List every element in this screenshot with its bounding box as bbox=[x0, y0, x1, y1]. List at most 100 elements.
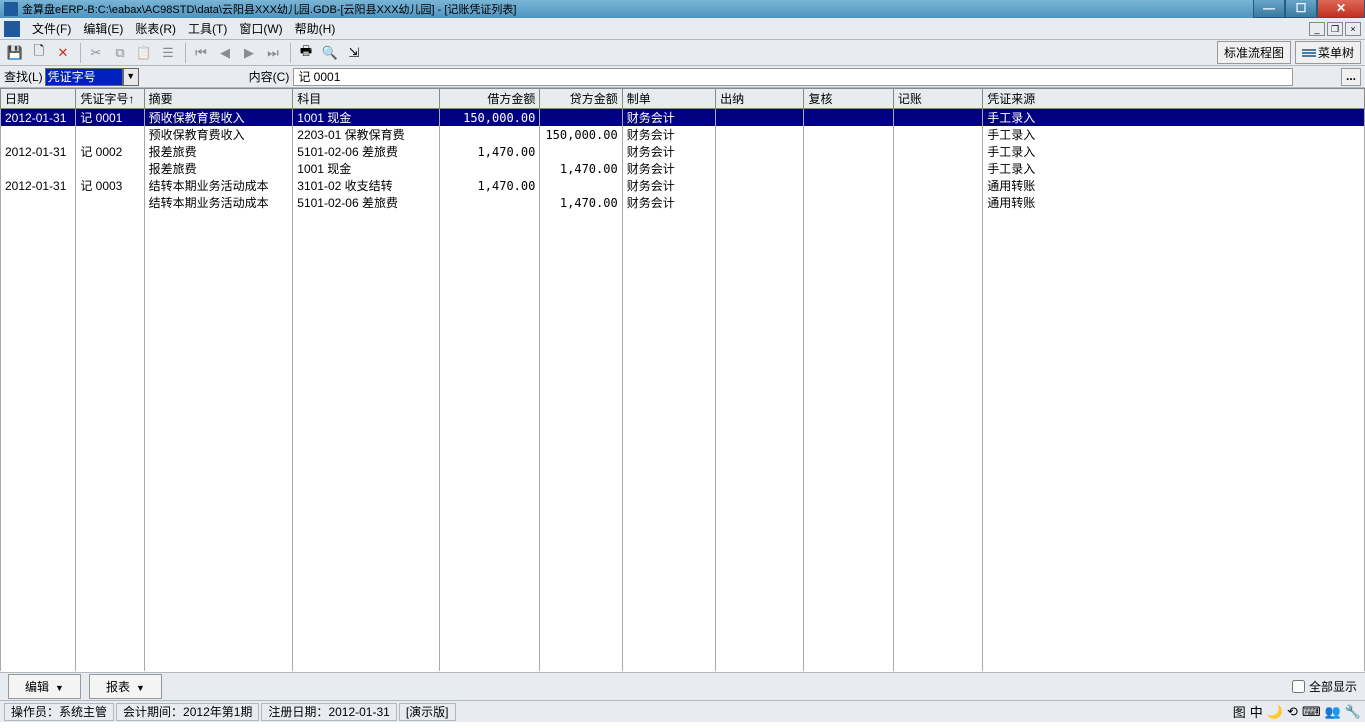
cell bbox=[893, 194, 982, 211]
find-field-combo[interactable]: ▼ bbox=[45, 68, 139, 86]
menu-ledger[interactable]: 账表(R) bbox=[129, 18, 182, 39]
people-icon[interactable]: 👥 bbox=[1325, 704, 1341, 720]
chevron-down-icon: ▼ bbox=[136, 683, 145, 693]
cell: 1,470.00 bbox=[540, 194, 622, 211]
mdi-close-button[interactable]: × bbox=[1345, 22, 1361, 36]
table-row[interactable]: 2012-01-31记 0002报差旅费5101-02-06 差旅费1,470.… bbox=[1, 143, 1365, 160]
cell bbox=[76, 160, 144, 177]
show-all-checkbox-input[interactable] bbox=[1292, 680, 1305, 693]
content-input[interactable] bbox=[293, 68, 1293, 86]
prev-icon[interactable]: ◀ bbox=[214, 42, 236, 64]
col-debit[interactable]: 借方金额 bbox=[439, 89, 539, 109]
mdi-restore-button[interactable]: ❐ bbox=[1327, 22, 1343, 36]
menu-window[interactable]: 窗口(W) bbox=[233, 18, 288, 39]
cell bbox=[893, 109, 982, 127]
window-title: 金算盘eERP-B:C:\eabax\AC98STD\data\云阳县XXX幼儿… bbox=[22, 1, 1365, 17]
paste-icon[interactable]: 📋 bbox=[133, 42, 155, 64]
cell: 记 0002 bbox=[76, 143, 144, 160]
cell bbox=[893, 177, 982, 194]
show-all-label: 全部显示 bbox=[1309, 678, 1357, 695]
cell: 手工录入 bbox=[983, 126, 1365, 143]
export-icon[interactable]: ⇲ bbox=[343, 42, 365, 64]
table-row[interactable]: 2012-01-31记 0001预收保教育费收入1001 现金150,000.0… bbox=[1, 109, 1365, 127]
ime-icon[interactable]: 中 bbox=[1250, 702, 1263, 721]
table-row[interactable]: 结转本期业务活动成本5101-02-06 差旅费1,470.00财务会计通用转账 bbox=[1, 194, 1365, 211]
cell: 1001 现金 bbox=[293, 160, 440, 177]
minimize-button[interactable]: — bbox=[1253, 0, 1285, 18]
menu-tree-button[interactable]: 菜单树 bbox=[1295, 41, 1361, 64]
cell: 通用转账 bbox=[983, 194, 1365, 211]
table-row[interactable]: 预收保教育费收入2203-01 保教保育费150,000.00财务会计手工录入 bbox=[1, 126, 1365, 143]
menu-tree-label: 菜单树 bbox=[1318, 46, 1354, 60]
edit-button-label: 编辑 bbox=[25, 680, 49, 694]
menu-file[interactable]: 文件(F) bbox=[26, 18, 77, 39]
edit-button[interactable]: 编辑 ▼ bbox=[8, 674, 81, 699]
print-icon[interactable]: 🖶 bbox=[295, 42, 317, 64]
col-review[interactable]: 复核 bbox=[804, 89, 893, 109]
grid-header-row: 日期 凭证字号↑ 摘要 科目 借方金额 贷方金额 制单 出纳 复核 记账 凭证来… bbox=[1, 89, 1365, 109]
status-tray: 图 中 🌙 ⟲ ⌨ 👥 🔧 bbox=[1233, 702, 1361, 721]
regdate-value: 2012-01-31 bbox=[328, 705, 389, 719]
cut-icon[interactable]: ✂ bbox=[85, 42, 107, 64]
menu-help[interactable]: 帮助(H) bbox=[289, 18, 342, 39]
cell: 2012-01-31 bbox=[1, 177, 76, 194]
menu-edit[interactable]: 编辑(E) bbox=[77, 18, 129, 39]
menu-tools[interactable]: 工具(T) bbox=[182, 18, 233, 39]
preview-icon[interactable]: 🔍 bbox=[319, 42, 341, 64]
next-icon[interactable]: ▶ bbox=[238, 42, 260, 64]
status-regdate: 注册日期：2012-01-31 bbox=[261, 703, 396, 721]
tray-icon[interactable]: 图 bbox=[1233, 702, 1246, 721]
more-options-button[interactable]: ... bbox=[1341, 68, 1361, 86]
cell bbox=[804, 160, 893, 177]
col-voucher-no[interactable]: 凭证字号↑ bbox=[76, 89, 144, 109]
col-subject[interactable]: 科目 bbox=[293, 89, 440, 109]
table-row[interactable]: 2012-01-31记 0003结转本期业务活动成本3101-02 收支结转1,… bbox=[1, 177, 1365, 194]
chevron-down-icon[interactable]: ▼ bbox=[123, 68, 139, 86]
col-source[interactable]: 凭证来源 bbox=[983, 89, 1365, 109]
col-post[interactable]: 记账 bbox=[893, 89, 982, 109]
chevron-down-icon: ▼ bbox=[55, 683, 64, 693]
show-all-checkbox[interactable]: 全部显示 bbox=[1292, 678, 1357, 695]
cell: 财务会计 bbox=[622, 177, 715, 194]
toolbar-separator bbox=[80, 43, 81, 63]
window-buttons: — ☐ ✕ bbox=[1253, 0, 1365, 18]
col-date[interactable]: 日期 bbox=[1, 89, 76, 109]
col-maker[interactable]: 制单 bbox=[622, 89, 715, 109]
wrench-icon[interactable]: 🔧 bbox=[1345, 704, 1361, 720]
close-button[interactable]: ✕ bbox=[1317, 0, 1365, 18]
cell: 3101-02 收支结转 bbox=[293, 177, 440, 194]
moon-icon[interactable]: 🌙 bbox=[1267, 704, 1283, 720]
app-menubar-icon bbox=[4, 21, 20, 37]
voucher-grid-area[interactable]: 日期 凭证字号↑ 摘要 科目 借方金额 贷方金额 制单 出纳 复核 记账 凭证来… bbox=[0, 88, 1365, 672]
find-label: 查找(L) bbox=[4, 68, 43, 85]
copy-icon[interactable]: ⧉ bbox=[109, 42, 131, 64]
cell: 5101-02-06 差旅费 bbox=[293, 194, 440, 211]
cell: 2012-01-31 bbox=[1, 109, 76, 127]
col-credit[interactable]: 贷方金额 bbox=[540, 89, 622, 109]
cell: 150,000.00 bbox=[540, 126, 622, 143]
maximize-button[interactable]: ☐ bbox=[1285, 0, 1317, 18]
report-button[interactable]: 报表▼ bbox=[89, 674, 162, 699]
find-field-input[interactable] bbox=[45, 68, 123, 86]
delete-icon[interactable]: ✕ bbox=[52, 42, 74, 64]
col-cashier[interactable]: 出纳 bbox=[716, 89, 804, 109]
keyboard-icon[interactable]: ⌨ bbox=[1302, 704, 1321, 720]
cell bbox=[439, 194, 539, 211]
cell bbox=[804, 143, 893, 160]
col-summary[interactable]: 摘要 bbox=[144, 89, 293, 109]
last-icon[interactable]: ⏭ bbox=[262, 42, 284, 64]
cell bbox=[804, 194, 893, 211]
cell bbox=[540, 109, 622, 127]
content-label: 内容(C) bbox=[249, 68, 290, 85]
properties-icon[interactable]: ☰ bbox=[157, 42, 179, 64]
tray-icon[interactable]: ⟲ bbox=[1287, 704, 1298, 720]
toolbar-separator bbox=[290, 43, 291, 63]
mdi-minimize-button[interactable]: _ bbox=[1309, 22, 1325, 36]
footerbar: 编辑 ▼ 报表▼ 全部显示 bbox=[0, 672, 1365, 700]
cell bbox=[804, 109, 893, 127]
table-row[interactable]: 报差旅费1001 现金1,470.00财务会计手工录入 bbox=[1, 160, 1365, 177]
new-icon[interactable]: 🗋 bbox=[28, 42, 50, 64]
save-icon[interactable]: 💾 bbox=[4, 42, 26, 64]
std-process-button[interactable]: 标准流程图 bbox=[1217, 41, 1291, 64]
first-icon[interactable]: ⏮ bbox=[190, 42, 212, 64]
